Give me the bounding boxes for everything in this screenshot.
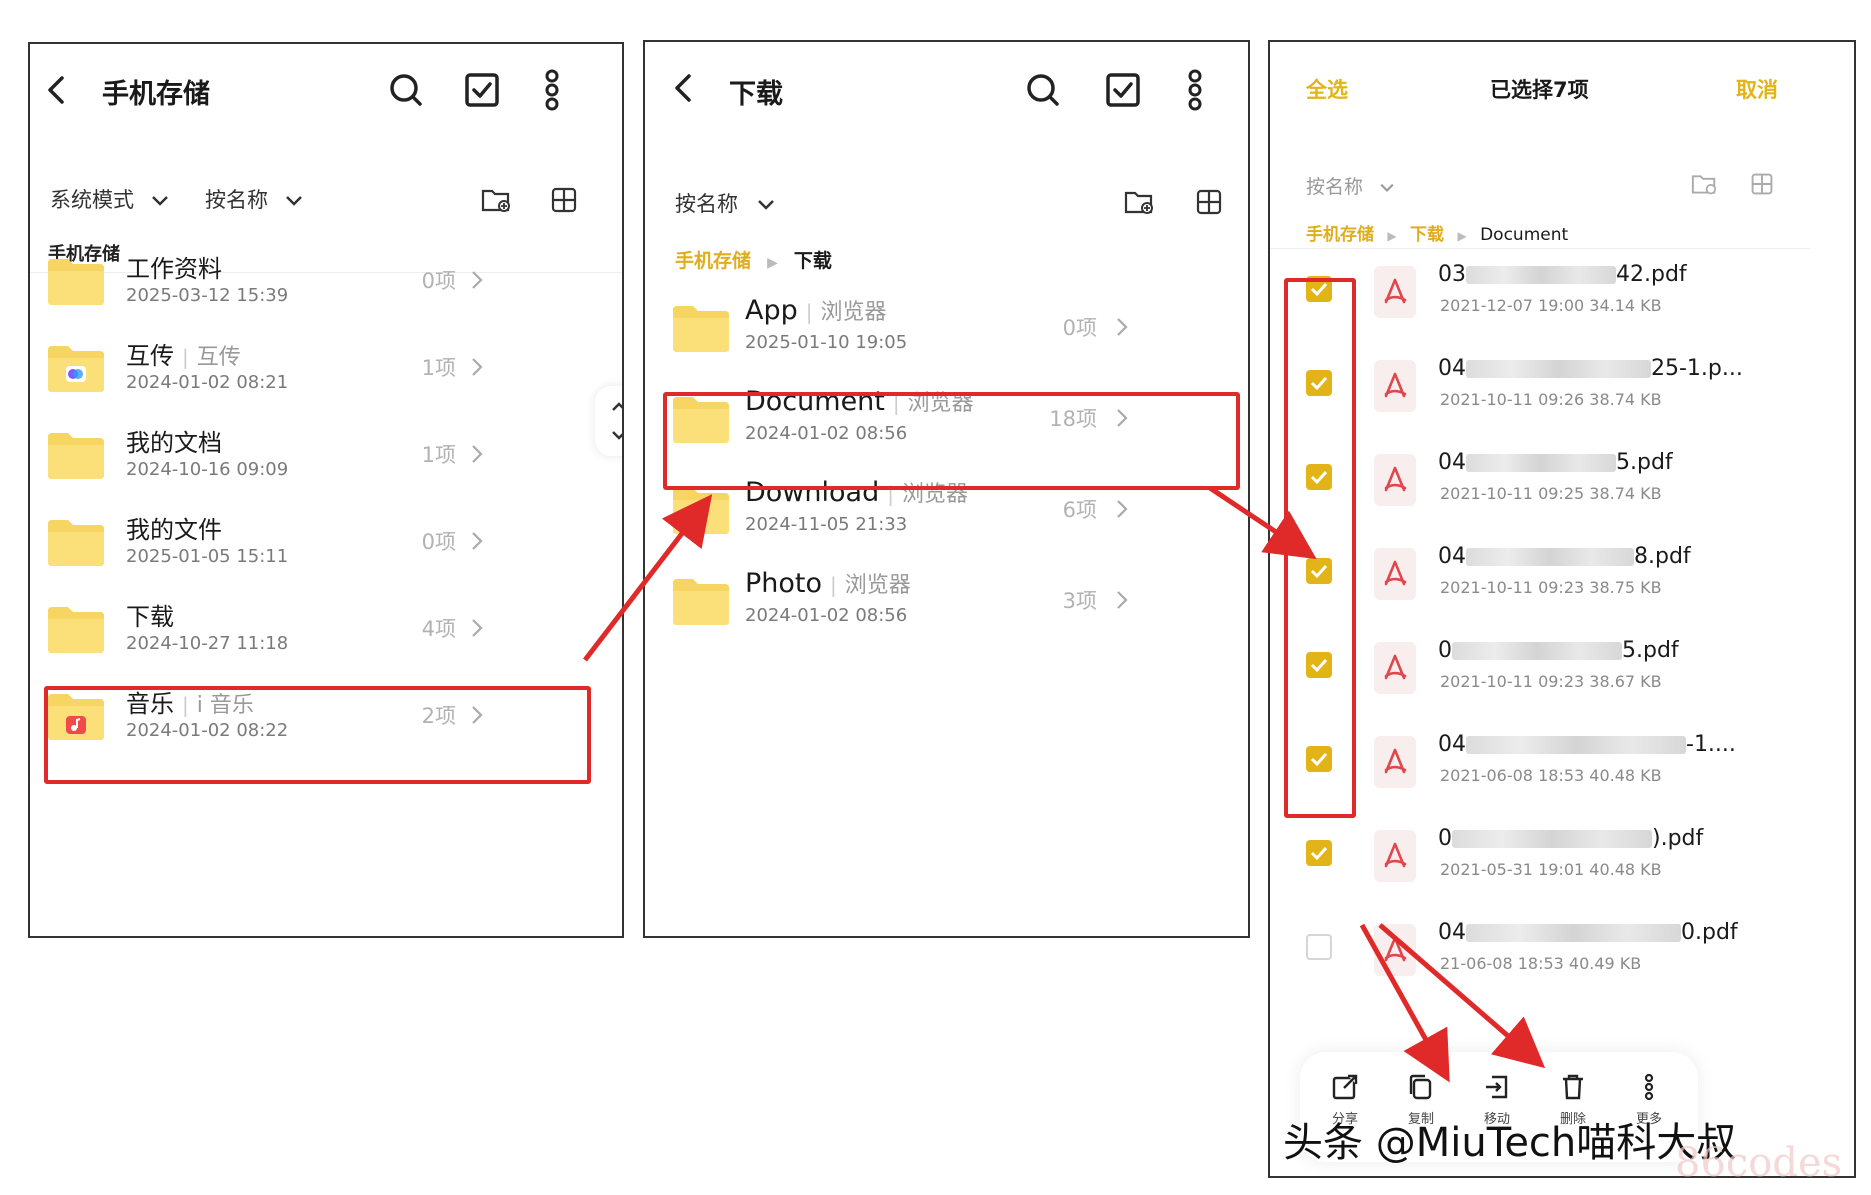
- watermark: 头条 @MiuTech喵科大叔: [1283, 1120, 1737, 1166]
- arrow-to-document: [583, 494, 713, 662]
- arrow-to-files: [1208, 485, 1317, 560]
- arrow-to-move: [1378, 923, 1546, 1069]
- annotation-arrows: [583, 485, 1546, 1083]
- watermark-secondary: 86codes: [1675, 1140, 1843, 1186]
